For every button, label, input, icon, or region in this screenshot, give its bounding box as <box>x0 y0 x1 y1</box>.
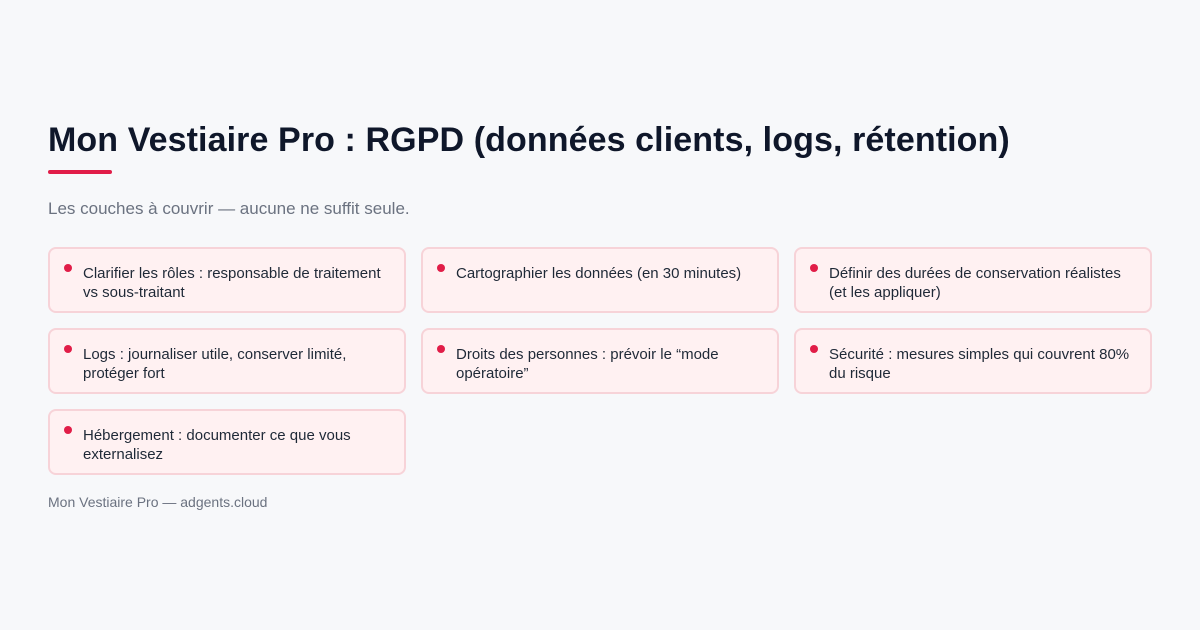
layer-card-logs: Logs : journaliser utile, conserver limi… <box>48 328 406 394</box>
layer-card-text: Cartographier les données (en 30 minutes… <box>456 265 742 282</box>
layer-card-data-mapping: Cartographier les données (en 30 minutes… <box>421 247 779 313</box>
page-title: Mon Vestiaire Pro : RGPD (données client… <box>48 121 1010 159</box>
bullet-dot-icon <box>437 345 445 353</box>
layer-card-text: Logs : journaliser utile, conserver limi… <box>83 346 347 382</box>
layer-card-rights: Droits des personnes : prévoir le “mode … <box>421 328 779 394</box>
layer-card-roles: Clarifier les rôles : responsable de tra… <box>48 247 406 313</box>
bullet-dot-icon <box>810 345 818 353</box>
layer-card-text: Hébergement : documenter ce que vous ext… <box>83 427 351 463</box>
bullet-dot-icon <box>64 345 72 353</box>
content: Mon Vestiaire Pro : RGPD (données client… <box>48 118 1152 511</box>
layer-card-retention: Définir des durées de conservation réali… <box>794 247 1152 313</box>
bullet-dot-icon <box>64 264 72 272</box>
page-subtitle: Les couches à couvrir — aucune ne suffit… <box>48 199 410 218</box>
layer-card-text: Définir des durées de conservation réali… <box>829 265 1121 301</box>
bullet-dot-icon <box>437 264 445 272</box>
footer-credit: Mon Vestiaire Pro — adgents.cloud <box>48 494 268 510</box>
layer-card-text: Droits des personnes : prévoir le “mode … <box>456 346 719 382</box>
layer-card-security: Sécurité : mesures simples qui couvrent … <box>794 328 1152 394</box>
layer-card-hosting: Hébergement : documenter ce que vous ext… <box>48 409 406 475</box>
title-underline <box>48 170 112 174</box>
layer-card-text: Sécurité : mesures simples qui couvrent … <box>829 346 1130 382</box>
bullet-dot-icon <box>810 264 818 272</box>
layers-grid: Clarifier les rôles : responsable de tra… <box>48 247 1152 475</box>
layer-card-text: Clarifier les rôles : responsable de tra… <box>83 265 381 301</box>
bullet-dot-icon <box>64 426 72 434</box>
